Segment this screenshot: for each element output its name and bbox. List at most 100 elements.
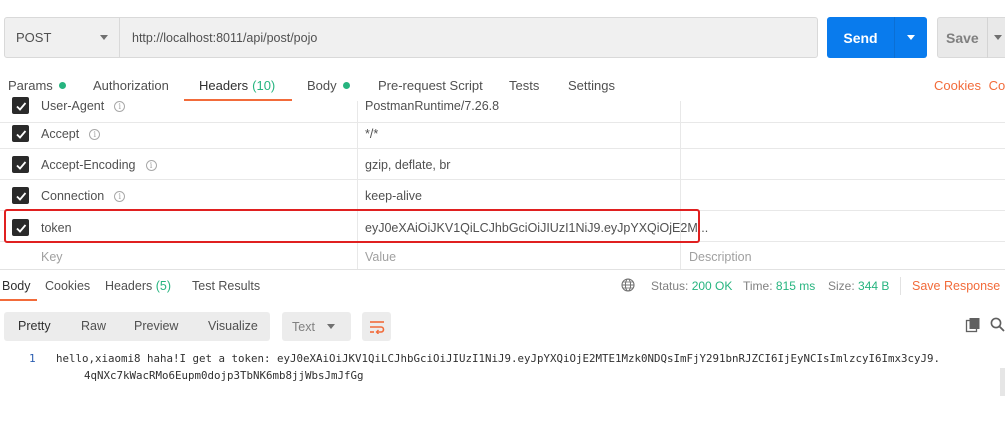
response-tabs: Body Cookies Headers (5) Test Results St… xyxy=(0,269,1005,301)
tab-prerequest-script[interactable]: Pre-request Script xyxy=(378,78,483,93)
tab-headers[interactable]: Headers (10) xyxy=(199,78,275,93)
row-checkbox[interactable] xyxy=(12,97,29,114)
send-button[interactable]: Send xyxy=(827,17,927,58)
header-value[interactable]: */* xyxy=(365,127,378,141)
header-value[interactable]: gzip, deflate, br xyxy=(365,158,450,172)
tab-authorization-label: Authorization xyxy=(93,78,169,93)
tab-response-body[interactable]: Body xyxy=(2,279,31,293)
tab-response-headers[interactable]: Headers (5) xyxy=(105,279,171,293)
tab-test-results[interactable]: Test Results xyxy=(192,279,260,293)
active-tab-indicator xyxy=(0,299,37,301)
status-readout[interactable]: Status: 200 OK xyxy=(651,279,732,293)
value-input[interactable]: Value xyxy=(365,250,396,264)
search-icon[interactable] xyxy=(990,317,1005,332)
cookies-link[interactable]: Cookies Co xyxy=(934,78,1005,93)
table-row: Connection i keep-alive xyxy=(0,180,1005,211)
tab-authorization[interactable]: Authorization xyxy=(93,78,169,93)
row-checkbox[interactable] xyxy=(12,125,29,142)
divider xyxy=(900,277,901,295)
copy-icon[interactable] xyxy=(965,317,981,333)
tab-params-label: Params xyxy=(8,78,53,93)
info-icon[interactable]: i xyxy=(89,128,101,140)
save-button[interactable]: Save xyxy=(937,17,1005,58)
header-value[interactable]: PostmanRuntime/7.26.8 xyxy=(365,99,499,113)
wrap-lines-button[interactable] xyxy=(362,312,391,341)
method-select[interactable]: POST xyxy=(5,18,120,57)
url-input[interactable]: http://localhost:8011/api/post/pojo xyxy=(120,18,817,57)
save-label: Save xyxy=(946,29,979,46)
tab-response-cookies[interactable]: Cookies xyxy=(45,279,90,293)
header-key[interactable]: User-Agent i xyxy=(41,99,126,113)
divider xyxy=(986,17,988,58)
chevron-down-icon xyxy=(907,35,915,40)
tab-tests[interactable]: Tests xyxy=(509,78,539,93)
format-label: Text xyxy=(292,319,315,334)
response-line-wrap: 4qNXc7kWacRMo6Eupm0dojp3TbNK6mb8jjWbsJmJ… xyxy=(84,369,364,382)
check-icon xyxy=(15,191,26,201)
header-key-text: User-Agent xyxy=(41,99,105,113)
format-select[interactable]: Text xyxy=(282,312,351,341)
column-divider xyxy=(357,101,358,269)
header-key[interactable]: Accept-Encoding i xyxy=(41,158,157,172)
line-number: 1 xyxy=(29,352,36,365)
chevron-down-icon xyxy=(100,35,108,40)
send-label: Send xyxy=(827,17,895,58)
info-icon[interactable]: i xyxy=(114,100,126,112)
table-row: Accept-Encoding i gzip, deflate, br xyxy=(0,149,1005,180)
header-value[interactable]: keep-alive xyxy=(365,189,422,203)
method-label: POST xyxy=(16,30,52,45)
url-text: http://localhost:8011/api/post/pojo xyxy=(132,30,318,45)
table-row: Accept i */* xyxy=(0,118,1005,149)
size-value: 344 B xyxy=(858,279,890,293)
active-dot-icon xyxy=(58,82,66,89)
highlight-box xyxy=(4,209,700,243)
tab-headers-count: (10) xyxy=(252,78,276,93)
raw-button[interactable]: Raw xyxy=(81,319,106,333)
check-icon xyxy=(15,160,26,170)
row-checkbox[interactable] xyxy=(12,156,29,173)
info-icon[interactable]: i xyxy=(114,190,126,202)
wrap-lines-icon xyxy=(369,320,384,334)
check-icon xyxy=(15,101,26,111)
chevron-down-icon xyxy=(326,324,335,329)
tab-headers-label: Headers xyxy=(199,78,249,93)
time-label: Time: xyxy=(743,279,773,293)
status-label: Status: xyxy=(651,279,689,293)
row-checkbox[interactable] xyxy=(12,187,29,204)
cookies-label: Cookies xyxy=(934,78,981,93)
send-dropdown[interactable] xyxy=(895,17,927,58)
chevron-down-icon[interactable] xyxy=(993,35,1002,40)
size-readout[interactable]: Size: 344 B xyxy=(828,279,889,293)
save-response-button[interactable]: Save Response xyxy=(912,279,1000,293)
tab-settings-label: Settings xyxy=(568,78,615,93)
headers-table: User-Agent i PostmanRuntime/7.26.8 Accep… xyxy=(0,97,1005,269)
tab-body[interactable]: Body xyxy=(307,78,350,93)
table-row-new: Key Value Description xyxy=(0,242,1005,269)
preview-button[interactable]: Preview xyxy=(134,319,178,333)
header-key-text: Connection xyxy=(41,189,105,203)
tab-response-headers-label: Headers xyxy=(105,279,153,293)
header-key[interactable]: Accept i xyxy=(41,127,101,141)
tab-body-label: Body xyxy=(307,78,337,93)
time-readout[interactable]: Time: 815 ms xyxy=(743,279,815,293)
scrollbar[interactable] xyxy=(1000,368,1005,396)
check-icon xyxy=(15,129,26,139)
key-input[interactable]: Key xyxy=(41,250,63,264)
header-key[interactable]: Connection i xyxy=(41,189,126,203)
request-bar: POST http://localhost:8011/api/post/pojo xyxy=(4,17,818,58)
status-value: 200 OK xyxy=(691,279,733,293)
tab-response-headers-count: (5) xyxy=(155,279,172,293)
view-mode-group: Pretty Raw Preview Visualize xyxy=(4,312,270,341)
code-link-label[interactable]: Co xyxy=(989,78,1005,93)
globe-icon[interactable] xyxy=(621,278,635,292)
info-icon[interactable]: i xyxy=(145,159,157,171)
size-label: Size: xyxy=(828,279,855,293)
pretty-button[interactable]: Pretty xyxy=(18,319,51,333)
visualize-button[interactable]: Visualize xyxy=(208,319,258,333)
description-input[interactable]: Description xyxy=(689,250,752,264)
response-line: hello,xiaomi8 haha!I get a token: eyJ0eX… xyxy=(56,352,941,365)
header-key-text: Accept xyxy=(41,127,80,141)
tab-params[interactable]: Params xyxy=(8,78,66,93)
tab-settings[interactable]: Settings xyxy=(568,78,615,93)
header-key-text: Accept-Encoding xyxy=(41,158,136,172)
